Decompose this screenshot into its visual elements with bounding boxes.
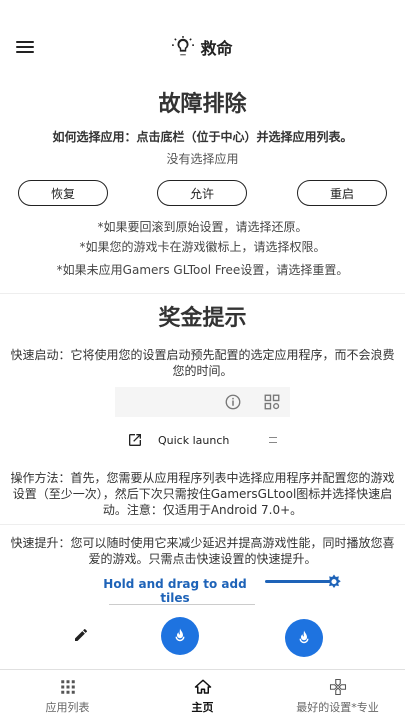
gamepad-icon xyxy=(329,678,346,696)
open-in-new-icon xyxy=(129,434,141,446)
restart-button[interactable]: 重启 xyxy=(297,180,387,206)
quick-launch-label: Quick launch xyxy=(158,434,230,447)
grid-settings-icon xyxy=(264,394,280,410)
app-title-text: 救命 xyxy=(200,39,233,58)
tiles-hint: Hold and drag to add tiles xyxy=(103,577,247,605)
quick-launch-item[interactable]: Quick launch xyxy=(127,432,287,450)
bottom-navigation: 应用列表 主页 最好的设置*专业 xyxy=(0,669,405,721)
restore-button[interactable]: 恢复 xyxy=(18,180,108,206)
flame-icon xyxy=(299,630,309,644)
permit-note: *如果您的游戏卡在游戏徽标上，请选择权限。 xyxy=(79,240,326,254)
instructions-text: 操作方法：首先，您需要从应用程序列表中选择应用程序并配置您的游戏设置（至少一次）… xyxy=(10,471,395,517)
how-to-select-text: 如何选择应用：点击底栏（位于中心）并选择应用列表。 xyxy=(52,130,353,144)
divider xyxy=(0,524,405,525)
tiles-underline xyxy=(109,604,255,605)
nav-best-settings-label: 最好的设置*专业 xyxy=(296,701,379,714)
boost-text: 快速提升：您可以随时使用它来减少延迟并提高游戏性能，同时播放您喜爱的游戏。只需点… xyxy=(10,536,395,566)
quick-start-text: 快速启动：它将使用您的设置启动预先配置的选定应用程序，而不会浪费您的时间。 xyxy=(10,348,395,378)
bonus-tips-title: 奖金提示 xyxy=(158,306,247,331)
no-app-selected-text: 没有选择应用 xyxy=(166,152,239,166)
boost-tile-button[interactable] xyxy=(285,619,323,657)
quick-settings-preview xyxy=(115,387,290,417)
info-icon xyxy=(225,394,241,410)
app-title: 救命 xyxy=(0,35,405,59)
drag-handle-icon[interactable] xyxy=(269,437,277,443)
divider xyxy=(0,293,405,294)
brightness-icon[interactable] xyxy=(325,573,343,591)
slider-track xyxy=(265,580,333,583)
nav-home[interactable]: 主页 xyxy=(135,678,270,715)
boost-tile-button[interactable] xyxy=(161,617,199,655)
home-icon xyxy=(194,679,211,694)
reset-note: *如果未应用Gamers GLTool Free设置，请选择重置。 xyxy=(56,263,349,277)
restore-note: *如果要回滚到原始设置，请选择还原。 xyxy=(97,220,308,234)
nav-home-label: 主页 xyxy=(191,701,214,714)
lightbulb-icon xyxy=(172,36,195,56)
nav-best-settings[interactable]: 最好的设置*专业 xyxy=(270,678,405,715)
app-bar: 救命 xyxy=(0,0,405,92)
troubleshoot-title: 故障排除 xyxy=(158,92,247,117)
permit-button[interactable]: 允许 xyxy=(157,180,247,206)
pencil-icon[interactable] xyxy=(73,627,89,643)
nav-app-list[interactable]: 应用列表 xyxy=(0,678,135,715)
apps-grid-icon xyxy=(60,680,75,694)
nav-app-list-label: 应用列表 xyxy=(45,701,90,714)
flame-icon xyxy=(175,628,185,642)
brightness-slider[interactable] xyxy=(265,573,345,591)
